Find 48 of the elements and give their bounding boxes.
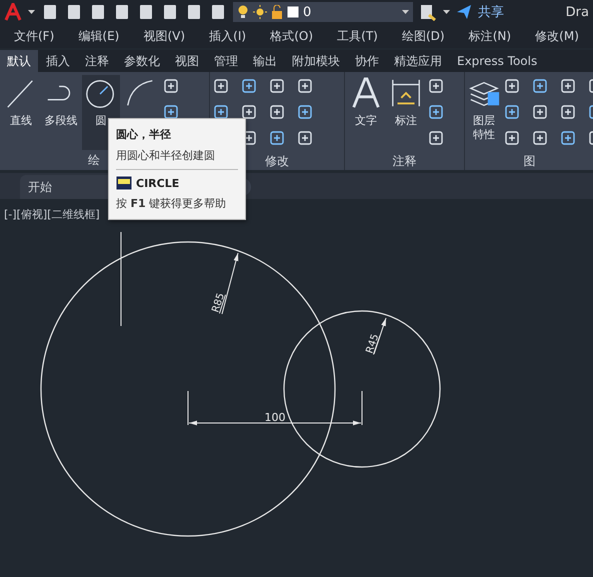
menu-item[interactable]: 绘图(D) xyxy=(402,28,445,44)
viewport-label[interactable]: [-][俯视][二维线框] xyxy=(4,207,100,222)
tooltip-description: 用圆心和半径创建圆 xyxy=(116,148,216,163)
ribbon-tab[interactable]: 视图 xyxy=(168,50,206,72)
help-hint: 按 F1 键获得更多帮助 xyxy=(116,196,228,211)
menu-item[interactable]: 修改(M) xyxy=(535,28,579,44)
ribbon-tool-button[interactable]: 图层特性 xyxy=(467,75,501,143)
layer-dropdown[interactable]: 0 xyxy=(233,2,413,22)
lock-icon[interactable] xyxy=(271,5,283,19)
radius-text: R45 xyxy=(364,332,382,355)
workspace-icon[interactable] xyxy=(419,3,437,21)
menu-item[interactable]: 标注(N) xyxy=(468,28,512,44)
ribbon-tool-button[interactable]: 标注 xyxy=(387,75,425,128)
menu-item[interactable]: 文件(F) xyxy=(14,28,54,44)
ribbon-tool-button[interactable]: 多段线 xyxy=(42,75,80,128)
panel-title[interactable]: 图 xyxy=(465,153,593,170)
ribbon-tab[interactable]: 注释 xyxy=(78,50,116,72)
ribbon-tab[interactable]: 管理 xyxy=(207,50,245,72)
caret-icon[interactable] xyxy=(402,10,409,14)
caret-icon[interactable] xyxy=(28,10,35,14)
ribbon-tab[interactable]: 输出 xyxy=(246,50,284,72)
app-logo-icon[interactable] xyxy=(4,3,22,21)
send-icon[interactable] xyxy=(456,4,472,20)
ribbon-tab[interactable]: 默认 xyxy=(0,50,38,72)
ribbon-tab[interactable]: 参数化 xyxy=(117,50,167,72)
dimension-text: 100 xyxy=(264,411,286,424)
panel-title[interactable]: 注释 xyxy=(345,153,464,170)
ribbon-tab[interactable]: 精选应用 xyxy=(387,50,449,72)
ribbon-tab[interactable]: 附加模块 xyxy=(285,50,347,72)
ribbon-tool-button[interactable]: 直线 xyxy=(2,75,40,128)
menu-item[interactable]: 插入(I) xyxy=(209,28,246,44)
bulb-icon[interactable] xyxy=(237,5,249,19)
ribbon-tool-button[interactable]: 文字 xyxy=(347,75,385,128)
command-name: CIRCLE xyxy=(136,176,180,190)
ribbon-tab[interactable]: 插入 xyxy=(39,50,77,72)
menu-item[interactable]: 格式(O) xyxy=(270,28,314,44)
caret-icon[interactable] xyxy=(443,10,450,14)
ribbon-tab[interactable]: 协作 xyxy=(348,50,386,72)
menu-item[interactable]: 视图(V) xyxy=(143,28,186,44)
color-swatch-icon[interactable] xyxy=(287,6,299,18)
menu-item[interactable]: 工具(T) xyxy=(337,28,378,44)
sun-icon[interactable] xyxy=(253,5,267,19)
menu-item[interactable]: 编辑(E) xyxy=(78,28,120,44)
window-title: Dra xyxy=(566,4,589,20)
radius-text: R85 xyxy=(210,292,227,314)
ribbon-tab[interactable]: Express Tools xyxy=(450,50,544,72)
share-button[interactable]: 共享 xyxy=(478,3,504,21)
command-icon xyxy=(116,176,132,190)
